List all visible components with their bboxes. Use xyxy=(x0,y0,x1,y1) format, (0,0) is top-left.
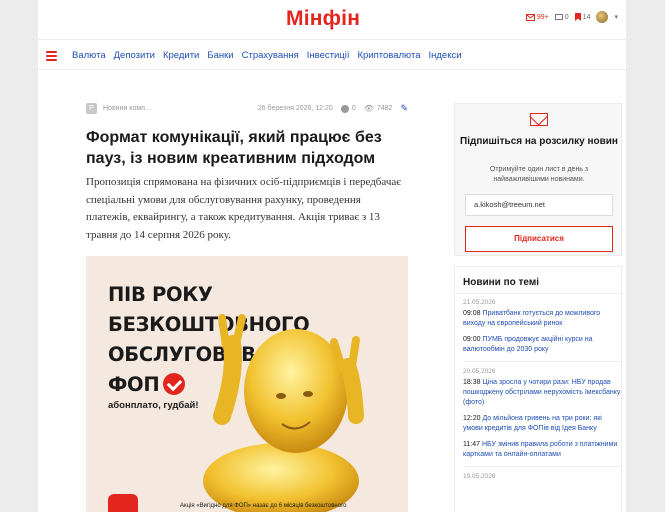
newsletter-text: Отримуйте один лист в день з найважливіш… xyxy=(489,166,589,183)
envelope-icon xyxy=(530,113,548,126)
bank-logo-badge xyxy=(108,494,138,512)
article-category[interactable]: Новини комп... xyxy=(103,105,151,112)
nav-links: Валюта Депозити Кредити Банки Страхуванн… xyxy=(68,50,466,61)
eye-icon: 👁 xyxy=(363,104,374,113)
chevron-down-icon[interactable]: ▾ xyxy=(614,13,618,21)
nav-item-insurance[interactable]: Страхування xyxy=(238,50,303,61)
list-item[interactable]: 11:47 НБУ змінив правила роботи з платіж… xyxy=(463,440,621,460)
promo-image: ПІВ РОКУ БЕЗКОШТОВНОГО ОБСЛУГОВУВАННЯ ФО… xyxy=(86,256,408,512)
category-icon: P xyxy=(86,103,97,114)
news-time: 09:00 xyxy=(463,336,481,343)
edit-icon[interactable]: ✎ xyxy=(400,103,408,114)
nav-item-banks[interactable]: Банки xyxy=(203,50,237,61)
related-news: Новини по темі 21.05.2026 09:08 Приватба… xyxy=(454,266,623,512)
nav-item-investments[interactable]: Інвестиції xyxy=(303,50,354,61)
article-comments[interactable]: 0 xyxy=(340,104,356,113)
article-lead: Пропозиція спрямована на фізичних осіб-п… xyxy=(86,176,401,241)
bookmarks-indicator[interactable]: 14 xyxy=(574,13,591,21)
nav-item-indices[interactable]: Індекси xyxy=(424,50,465,61)
news-date: 19.05.2026 xyxy=(463,473,496,480)
nav-item-currency[interactable]: Валюта xyxy=(68,50,110,61)
news-time: 18:38 xyxy=(463,379,481,386)
promo-footnote: Акція «Вигідно для ФОП» назає до 6 місяц… xyxy=(180,503,347,509)
comments-count: 0 xyxy=(564,13,569,21)
news-link[interactable]: Ціна зросла у чотири рази: НБУ продав по… xyxy=(463,379,620,406)
nav-item-deposits[interactable]: Депозити xyxy=(110,50,159,61)
news-time: 09:08 xyxy=(463,310,481,317)
list-item[interactable]: 12:20 До мільйона гривень на три роки: я… xyxy=(463,414,621,434)
list-item[interactable]: 09:08 Приватбанк готується до можливого … xyxy=(463,309,621,329)
article-meta: P Новини комп... 26 березня 2026, 12:20 … xyxy=(86,103,408,114)
article-views: 👁 7482 xyxy=(364,104,393,113)
news-link[interactable]: Приватбанк готується до можливого виходу… xyxy=(463,310,600,327)
bookmark-icon xyxy=(574,13,581,21)
menu-icon[interactable] xyxy=(46,51,57,61)
related-news-list: 21.05.2026 09:08 Приватбанк готується до… xyxy=(463,297,621,483)
news-time: 12:20 xyxy=(463,415,481,422)
nav-item-crypto[interactable]: Криптовалюта xyxy=(353,50,424,61)
list-item[interactable]: 18:38 Ціна зросла у чотири рази: НБУ про… xyxy=(463,378,621,408)
email-field[interactable]: a.kikosh@treeum.net xyxy=(465,194,613,216)
mail-indicator[interactable]: 99+ xyxy=(525,13,549,21)
comments-value: 0 xyxy=(351,105,356,112)
page: Мінфін 99+ 0 14 ▾ Валюта Депозити Кредит… xyxy=(38,0,626,512)
mail-count: 99+ xyxy=(536,13,549,21)
news-date: 21.05.2026 xyxy=(463,299,496,306)
top-header: Мінфін 99+ 0 14 ▾ xyxy=(38,0,626,40)
duck-figure xyxy=(203,314,364,512)
nav-item-credits[interactable]: Кредити xyxy=(159,50,203,61)
related-news-title: Новини по темі xyxy=(463,277,540,288)
site-logo[interactable]: Мінфін xyxy=(286,7,360,31)
newsletter-title: Підпишіться на розсилку новин xyxy=(460,136,618,147)
news-link[interactable]: До мільйона гривень на три роки: які умо… xyxy=(463,415,602,432)
news-time: 11:47 xyxy=(463,441,480,448)
news-date: 20.05.2026 xyxy=(463,368,496,375)
views-value: 7482 xyxy=(376,105,393,112)
subscribe-button[interactable]: Підписатися xyxy=(465,226,613,252)
mail-icon xyxy=(525,13,535,21)
header-user-area: 99+ 0 14 ▾ xyxy=(525,11,618,23)
main-nav: Валюта Депозити Кредити Банки Страхуванн… xyxy=(38,41,626,70)
news-link[interactable]: ПУМБ продовжує акційні курси на валютооб… xyxy=(463,336,593,353)
newsletter-box: Підпишіться на розсилку новин Отримуйте … xyxy=(454,103,622,256)
comment-icon xyxy=(554,13,563,20)
article-title: Формат комунікації, який працює без пауз… xyxy=(86,129,382,167)
comment-icon xyxy=(340,104,349,113)
news-link[interactable]: НБУ змінив правила роботи з платіжними к… xyxy=(463,441,617,458)
list-item[interactable]: 09:00 ПУМБ продовжує акційні курси на ва… xyxy=(463,335,621,355)
comments-indicator[interactable]: 0 xyxy=(554,13,569,21)
user-avatar[interactable] xyxy=(596,11,609,23)
article-date: 26 березня 2026, 12:20 xyxy=(257,105,333,112)
bookmarks-count: 14 xyxy=(582,13,591,21)
